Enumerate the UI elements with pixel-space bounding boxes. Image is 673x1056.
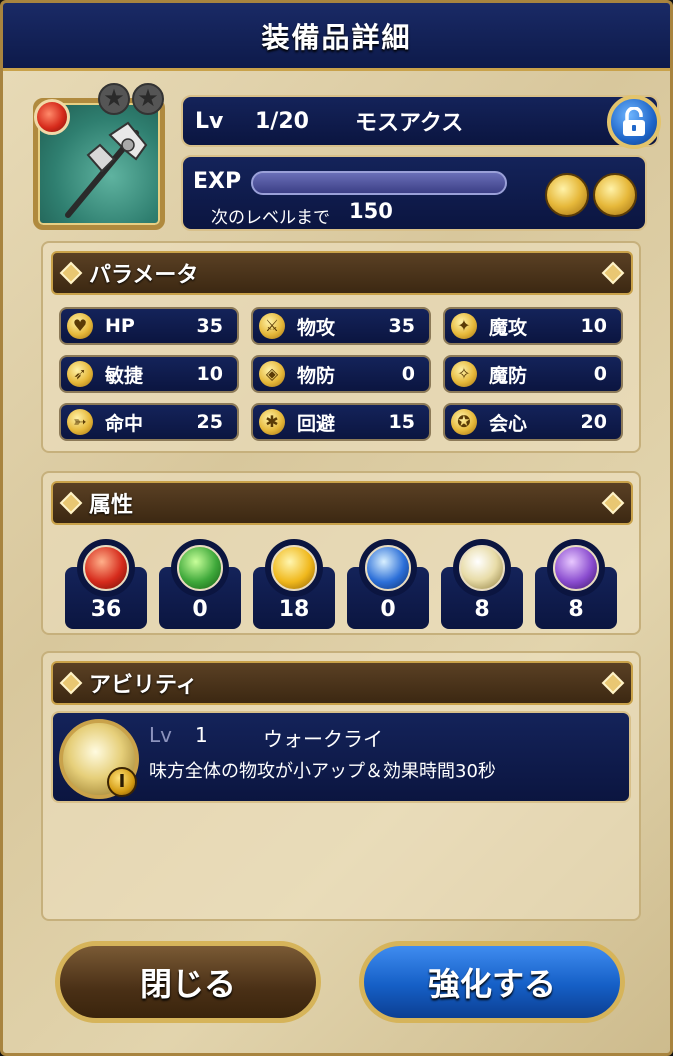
param-value: 0 — [593, 363, 607, 385]
item-icon[interactable] — [33, 98, 165, 230]
element-value: 8 — [474, 597, 490, 622]
param-value: 10 — [580, 315, 607, 337]
element-fire: 36 — [65, 539, 147, 635]
param-accuracy: ➳ 命中 25 — [59, 403, 239, 441]
bow-icon: ➳ — [67, 409, 93, 435]
diamond-ornament-icon — [601, 261, 625, 285]
param-hp: ♥ HP 35 — [59, 307, 239, 345]
param-value: 35 — [196, 315, 223, 337]
wing-icon: ➶ — [67, 361, 93, 387]
dialog-title: 装備品詳細 — [261, 20, 412, 54]
element-dark: 8 — [535, 539, 617, 635]
axe-weapon-icon — [65, 121, 148, 218]
shield-type-icon — [545, 173, 589, 217]
ability-title: アビリティ — [89, 673, 198, 698]
ice-orb-icon — [365, 545, 411, 591]
item-name: モスアクス — [355, 111, 464, 136]
param-value: 20 — [580, 411, 607, 433]
param-label: 魔防 — [489, 364, 528, 387]
element-light: 8 — [441, 539, 523, 635]
axe-type-icon — [593, 173, 637, 217]
exp-label: EXP — [193, 169, 242, 194]
star-icon: ★ — [132, 83, 164, 115]
parameter-title: パラメータ — [89, 263, 199, 288]
param-critical: ✪ 会心 20 — [443, 403, 623, 441]
wind-orb-icon — [177, 545, 223, 591]
ability-level-value: 1 — [195, 723, 208, 747]
critical-icon: ✪ — [451, 409, 477, 435]
lock-button[interactable] — [607, 95, 661, 149]
ability-name: ウォークライ — [263, 727, 383, 751]
item-level-bar: Lv 1/20 モスアクス — [181, 95, 661, 149]
element-wind: 0 — [159, 539, 241, 635]
ability-section: アビリティ I Lv 1 ウォークライ 味方全体の物攻が小アップ＆効果時間30秒 — [41, 651, 641, 921]
ability-rank-badge: I — [107, 767, 137, 797]
param-mag-attack: ✦ 魔攻 10 — [443, 307, 623, 345]
param-value: 25 — [196, 411, 223, 433]
param-evasion: ✱ 回避 15 — [251, 403, 431, 441]
diamond-ornament-icon — [601, 671, 625, 695]
param-value: 15 — [388, 411, 415, 433]
fire-element-icon — [34, 99, 70, 135]
param-value: 10 — [196, 363, 223, 385]
dialog-header: 装備品詳細 — [3, 3, 670, 71]
element-section: 属性 36 0 18 0 8 8 — [41, 471, 641, 635]
param-label: HP — [105, 315, 135, 337]
param-label: 命中 — [105, 412, 144, 435]
level-label: Lv — [195, 108, 224, 134]
param-label: 会心 — [489, 412, 528, 435]
param-label: 物防 — [297, 364, 336, 387]
heart-icon: ♥ — [67, 313, 93, 339]
element-thunder: 18 — [253, 539, 335, 635]
close-button[interactable]: 閉じる — [55, 941, 321, 1023]
element-value: 36 — [90, 597, 122, 622]
param-mag-defense: ✧ 魔防 0 — [443, 355, 623, 393]
param-phys-defense: ◈ 物防 0 — [251, 355, 431, 393]
sword-icon: ⚔ — [259, 313, 285, 339]
ability-header: アビリティ — [51, 661, 633, 705]
magic-guard-icon: ✧ — [451, 361, 477, 387]
diamond-ornament-icon — [59, 671, 83, 695]
ability-row[interactable]: I Lv 1 ウォークライ 味方全体の物攻が小アップ＆効果時間30秒 — [51, 711, 631, 803]
dodge-icon: ✱ — [259, 409, 285, 435]
staff-icon: ✦ — [451, 313, 477, 339]
param-value: 35 — [388, 315, 415, 337]
parameter-section: パラメータ ♥ HP 35 ⚔ 物攻 35 ✦ 魔攻 10 ➶ 敏捷 10 ◈ … — [41, 241, 641, 453]
star-icon: ★ — [98, 83, 130, 115]
upgrade-button[interactable]: 強化する — [359, 941, 625, 1023]
fire-orb-icon — [83, 545, 129, 591]
element-title: 属性 — [89, 493, 134, 518]
ability-description: 味方全体の物攻が小アップ＆効果時間30秒 — [149, 761, 496, 782]
param-label: 回避 — [297, 412, 336, 435]
element-ice: 0 — [347, 539, 429, 635]
diamond-ornament-icon — [601, 491, 625, 515]
thunder-orb-icon — [271, 545, 317, 591]
param-phys-attack: ⚔ 物攻 35 — [251, 307, 431, 345]
lock-icon — [623, 107, 645, 136]
param-value: 0 — [401, 363, 415, 385]
dark-orb-icon — [553, 545, 599, 591]
diamond-ornament-icon — [59, 261, 83, 285]
light-orb-icon — [459, 545, 505, 591]
param-agility: ➶ 敏捷 10 — [59, 355, 239, 393]
parameter-header: パラメータ — [51, 251, 633, 295]
equipment-detail-dialog: 装備品詳細 ★ ★ Lv 1/20 モスアクス EXP 次のレベルまで 150 … — [0, 0, 673, 1056]
exp-progress-bar — [251, 171, 507, 195]
next-level-label: 次のレベルまで — [211, 208, 330, 228]
exp-panel: EXP 次のレベルまで 150 — [181, 155, 647, 231]
shield-icon: ◈ — [259, 361, 285, 387]
level-value: 1/20 — [255, 108, 309, 134]
element-value: 18 — [278, 597, 310, 622]
ability-level-label: Lv — [149, 723, 172, 747]
element-value: 0 — [380, 597, 396, 622]
diamond-ornament-icon — [59, 491, 83, 515]
param-label: 敏捷 — [105, 364, 144, 387]
element-value: 8 — [568, 597, 584, 622]
next-level-value: 150 — [349, 199, 393, 223]
rarity-stars: ★ ★ — [98, 83, 164, 115]
element-value: 0 — [192, 597, 208, 622]
element-header: 属性 — [51, 481, 633, 525]
param-label: 物攻 — [297, 316, 336, 339]
param-label: 魔攻 — [489, 316, 528, 339]
